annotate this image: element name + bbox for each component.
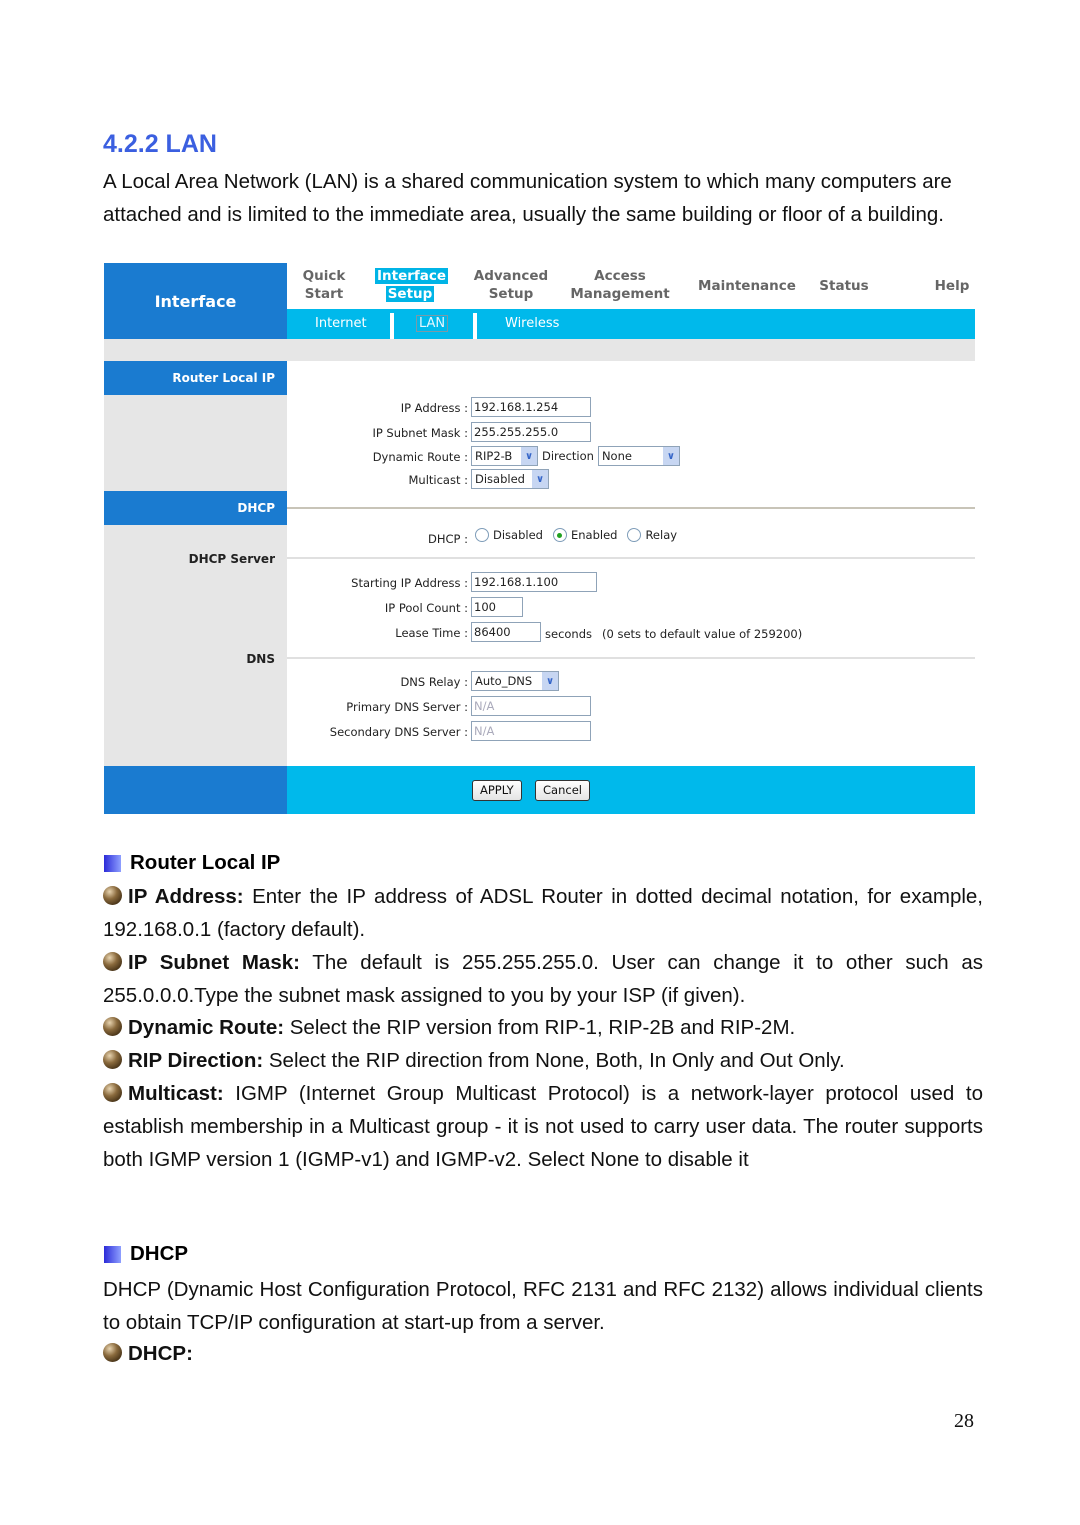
square-bullet-icon: [104, 854, 121, 872]
square-bullet-icon: [104, 1245, 121, 1263]
dhcp-enabled-radio[interactable]: [552, 528, 567, 542]
subnav-wireless[interactable]: Wireless: [505, 309, 559, 339]
starting-ip-row: Starting IP Address :: [287, 572, 975, 596]
section-router-local-ip: Router Local IP: [104, 361, 287, 395]
lease-time-input[interactable]: [471, 622, 541, 642]
apply-button[interactable]: APPLY: [472, 780, 522, 801]
dhcp-relay-radio[interactable]: [627, 528, 642, 542]
dynamic-route-label: Dynamic Route :: [372, 450, 468, 464]
nav-access-management[interactable]: Access Management: [570, 267, 670, 303]
nav-maintenance[interactable]: Maintenance: [697, 277, 797, 295]
bullet-dynamic-route: Dynamic Route: Select the RIP version fr…: [103, 1011, 983, 1044]
nav-quick-start[interactable]: Quick Start: [299, 267, 349, 303]
multicast-select[interactable]: Disabled ∨: [471, 469, 549, 489]
dhcp-disabled-radio[interactable]: [475, 528, 489, 542]
sphere-bullet-icon: [103, 1083, 122, 1102]
chevron-down-icon: ∨: [662, 447, 679, 465]
direction-select[interactable]: None ∨: [597, 446, 680, 466]
lease-time-row: Lease Time : seconds (0 sets to default …: [287, 622, 975, 646]
multicast-row: Multicast : Disabled ∨: [287, 469, 975, 493]
sphere-bullet-icon: [103, 886, 122, 905]
section-dhcp: DHCP: [104, 491, 287, 525]
footer-left: [104, 766, 287, 814]
nav-status[interactable]: Status: [814, 277, 874, 295]
sub-nav: Internet LAN Wireless: [287, 309, 975, 339]
primary-dns-label: Primary DNS Server :: [346, 700, 468, 714]
sphere-bullet-icon: [103, 952, 122, 971]
starting-ip-label: Starting IP Address :: [351, 576, 468, 590]
dns-relay-label: DNS Relay :: [400, 675, 468, 689]
subnav-divider: [473, 313, 477, 339]
sphere-bullet-icon: [103, 1017, 122, 1036]
subnet-mask-label: IP Subnet Mask :: [372, 426, 468, 440]
cancel-button[interactable]: Cancel: [535, 780, 590, 801]
ip-address-row: IP Address :: [287, 397, 975, 421]
sphere-bullet-icon: [103, 1050, 122, 1069]
chevron-down-icon: ∨: [532, 470, 548, 488]
secondary-dns-label: Secondary DNS Server :: [329, 725, 468, 739]
pool-count-input[interactable]: [471, 597, 523, 617]
lease-time-unit: seconds: [545, 627, 593, 641]
pool-count-row: IP Pool Count :: [287, 597, 975, 621]
bullet-subnet-mask: IP Subnet Mask: The default is 255.255.2…: [103, 951, 983, 1007]
left-column: Router Local IP DHCP DHCP Server DNS: [104, 361, 287, 766]
subnav-internet[interactable]: Internet: [315, 309, 367, 339]
ip-address-label: IP Address :: [400, 401, 468, 415]
bullet-multicast: Multicast: IGMP (Internet Group Multicas…: [103, 1082, 983, 1171]
lease-time-label: Lease Time :: [395, 626, 468, 640]
subnet-mask-row: IP Subnet Mask :: [287, 422, 975, 446]
bullet-ip-address: IP Address: Enter the IP address of ADSL…: [103, 885, 983, 941]
multicast-label: Multicast :: [408, 473, 468, 487]
primary-dns-input[interactable]: [471, 696, 591, 716]
router-ui-screenshot: Interface Quick Start Interface Setup Adva…: [104, 263, 975, 814]
bullet-rip-direction: RIP Direction: Select the RIP direction …: [103, 1044, 983, 1077]
dhcp-relay-label: Relay: [645, 528, 678, 542]
brand-title: Interface: [104, 263, 287, 339]
dhcp-bullet: DHCP:: [103, 1337, 983, 1370]
label-dns: DNS: [246, 652, 275, 666]
chevron-down-icon: ∨: [542, 672, 558, 690]
subnav-divider: [390, 313, 394, 339]
section-heading: 4.2.2 LAN: [103, 130, 217, 158]
divider: [287, 657, 975, 659]
dhcp-paragraph: DHCP (Dynamic Host Configuration Protoco…: [103, 1278, 983, 1334]
lan-form: IP Address : IP Subnet Mask : Dynamic Ro…: [287, 361, 975, 766]
secondary-dns-row: Secondary DNS Server :: [287, 721, 975, 745]
divider: [287, 507, 975, 509]
dhcp-label: DHCP :: [428, 532, 468, 546]
nav-advanced-setup[interactable]: Advanced Setup: [470, 267, 552, 303]
dhcp-title: DHCP: [104, 1242, 188, 1266]
label-dhcp-server: DHCP Server: [188, 552, 275, 566]
divider: [287, 557, 975, 559]
nav-interface-setup[interactable]: Interface Setup: [375, 267, 449, 303]
pool-count-label: IP Pool Count :: [384, 601, 468, 615]
primary-dns-row: Primary DNS Server :: [287, 696, 975, 720]
dhcp-disabled-label: Disabled: [493, 528, 543, 542]
lease-time-hint: (0 sets to default value of 259200): [602, 627, 803, 641]
footer-bar: APPLY Cancel: [287, 766, 975, 814]
dynamic-route-select[interactable]: RIP2-B ∨: [471, 446, 538, 466]
dynamic-route-row: Dynamic Route : RIP2-B ∨ Direction None ∨: [287, 446, 975, 470]
nav-help[interactable]: Help: [927, 277, 977, 295]
secondary-dns-input[interactable]: [471, 721, 591, 741]
top-nav: Quick Start Interface Setup Advanced Setup …: [287, 263, 975, 309]
dhcp-enabled-label: Enabled: [570, 528, 618, 542]
subnav-lan[interactable]: LAN: [416, 309, 449, 339]
chevron-down-icon: ∨: [521, 447, 537, 465]
starting-ip-input[interactable]: [471, 572, 597, 592]
direction-label: Direction: [542, 449, 594, 463]
sphere-bullet-icon: [103, 1343, 122, 1362]
router-local-ip-title: Router Local IP: [104, 851, 280, 875]
dns-relay-select[interactable]: Auto_DNS ∨: [471, 671, 559, 691]
subnet-mask-input[interactable]: [471, 422, 591, 442]
intro-paragraph: A Local Area Network (LAN) is a shared c…: [103, 170, 952, 226]
dhcp-mode-row: DHCP : Disabled Enabled Relay: [287, 528, 975, 552]
page-number: 28: [954, 1410, 974, 1432]
dns-relay-row: DNS Relay : Auto_DNS ∨: [287, 671, 975, 695]
grey-bar: [104, 339, 975, 361]
ip-address-input[interactable]: [471, 397, 591, 417]
